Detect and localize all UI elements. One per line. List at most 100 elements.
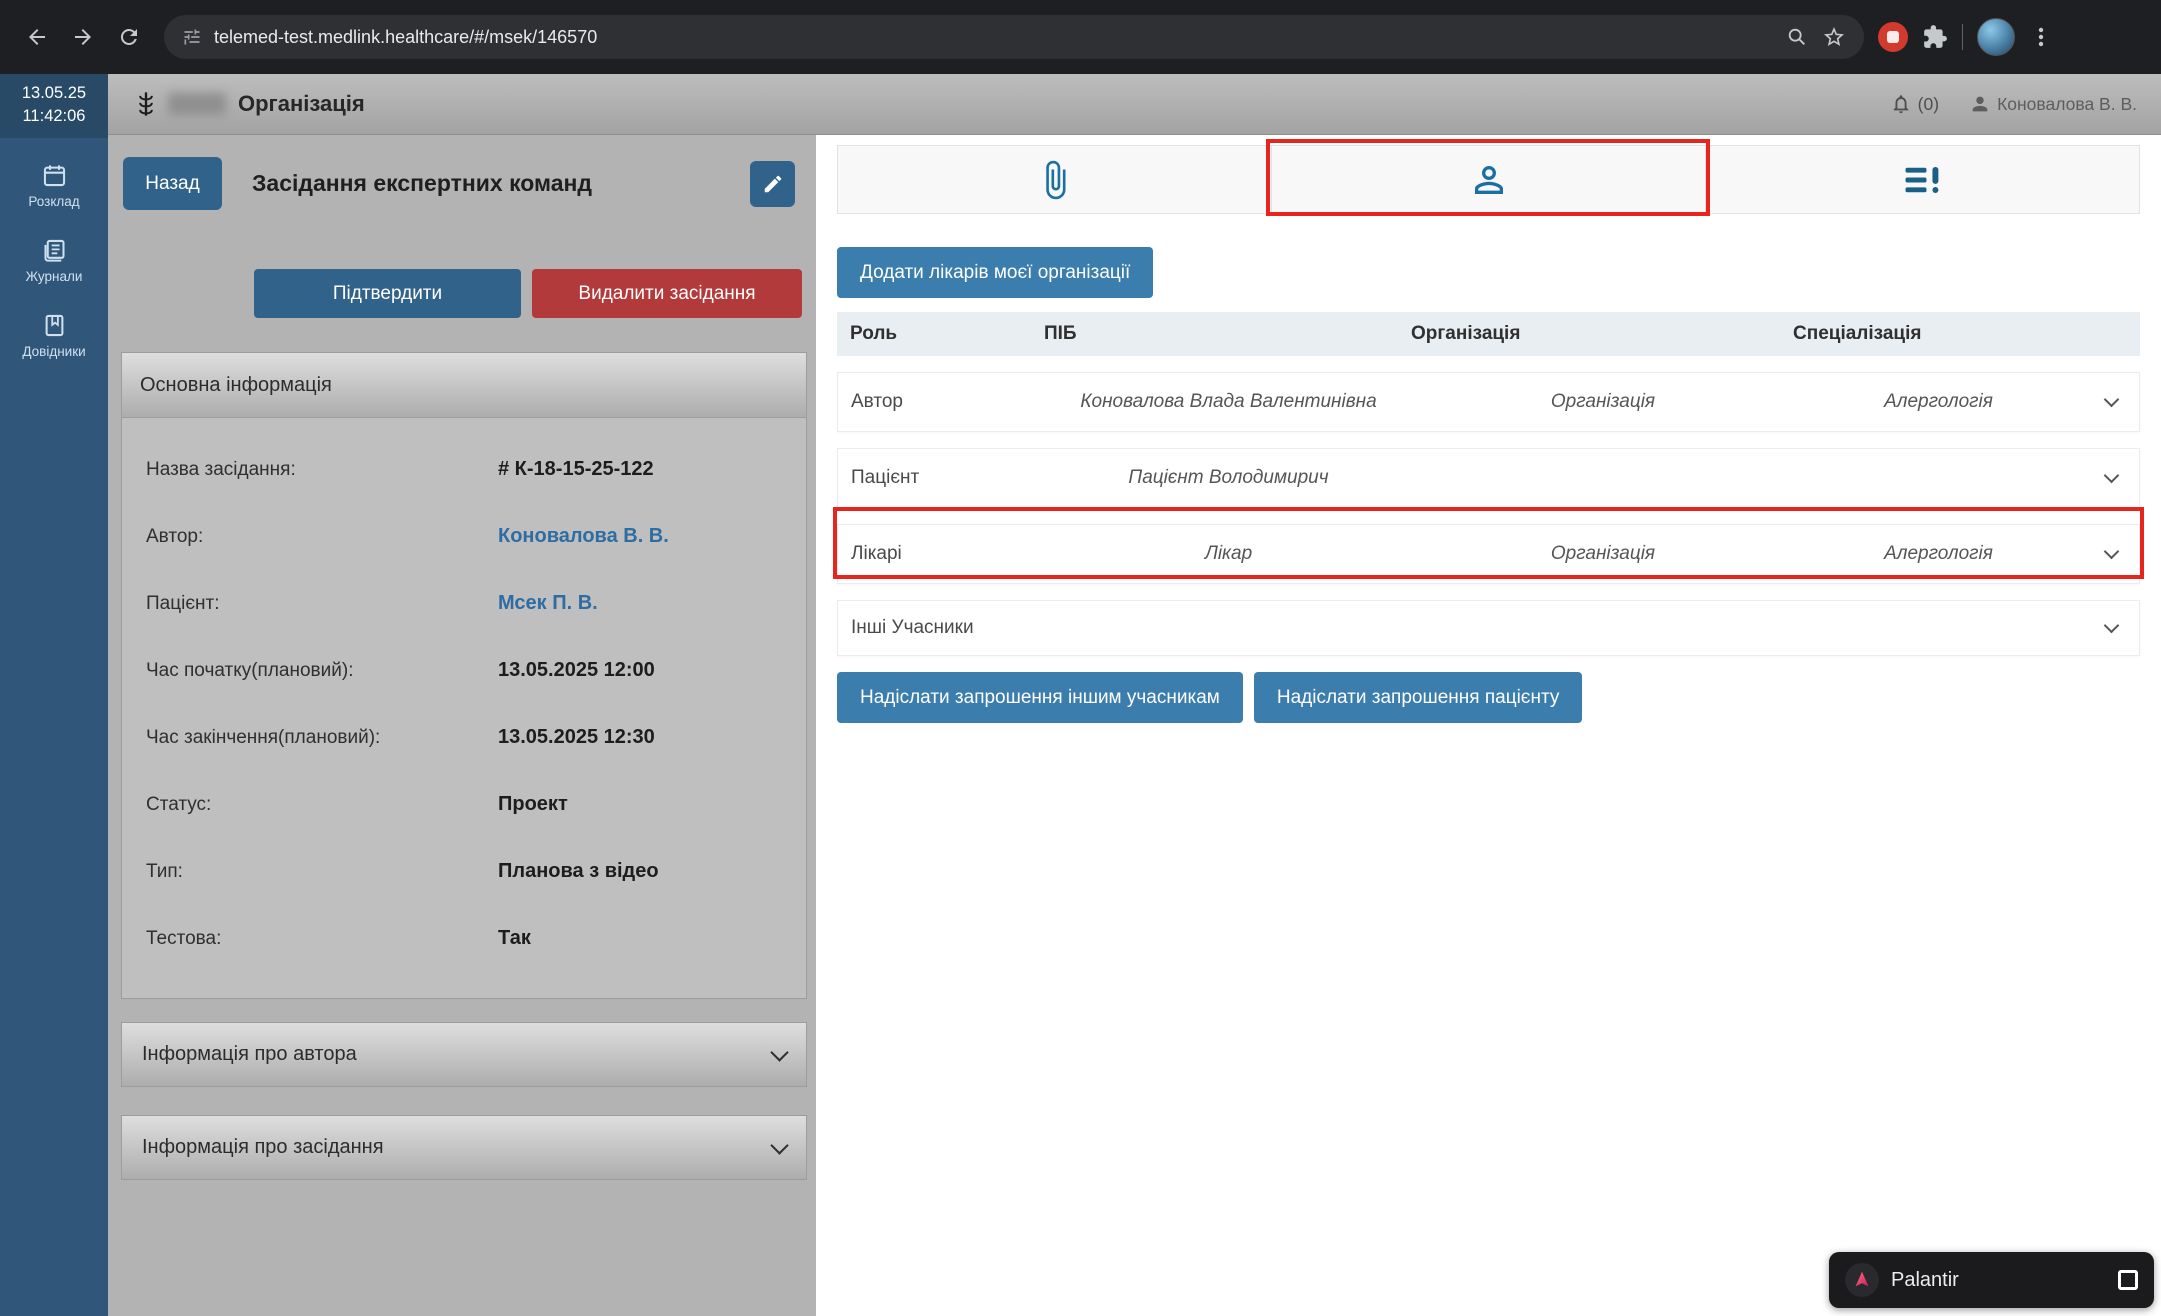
sidebar-item-schedule[interactable]: Розклад: [0, 162, 108, 209]
tab-participants[interactable]: [1271, 146, 1705, 213]
table-row-patient[interactable]: Пацієнт Пацієнт Володимирич: [837, 448, 2140, 508]
cell-role: Автор: [838, 391, 1045, 413]
field-label: Час закінчення(плановий):: [146, 727, 498, 749]
palantir-label: Palantir: [1891, 1269, 2106, 1292]
sidebar-item-journals[interactable]: Журнали: [0, 237, 108, 284]
adblock-extension-icon[interactable]: [1878, 22, 1908, 52]
notifications-button[interactable]: (0): [1890, 93, 1939, 115]
tab-attachments[interactable]: [838, 146, 1271, 213]
chevron-down-icon[interactable]: [2103, 392, 2119, 408]
feedback-exclamation-icon: [1902, 159, 1944, 201]
table-row-author[interactable]: Автор Коновалова Влада Валентинівна Орга…: [837, 372, 2140, 432]
cell-name: Пацієнт Володимирич: [1045, 467, 1412, 489]
extensions-puzzle-icon[interactable]: [1922, 24, 1948, 50]
field-label: Час початку(плановий):: [146, 660, 498, 682]
table-header-row: Роль ПІБ Організація Спеціалізація: [837, 312, 2140, 356]
redacted-org-name: [168, 93, 226, 115]
zoom-icon[interactable]: [1786, 26, 1808, 48]
header-org: Організація: [1411, 323, 1793, 345]
url-text: telemed-test.medlink.healthcare/#/msek/1…: [214, 27, 1786, 48]
field-label: Тестова:: [146, 928, 498, 950]
cell-org: Організація: [1412, 391, 1794, 413]
accordion-label: Інформація про автора: [142, 1043, 357, 1066]
app-header: Організація (0) Коновалова В. В.: [108, 74, 2161, 135]
sidebar-item-label: Довідники: [22, 344, 85, 359]
patient-link[interactable]: Мсек П. В.: [498, 592, 598, 615]
invite-others-button[interactable]: Надіслати запрошення іншим учасникам: [837, 672, 1243, 723]
author-link[interactable]: Коновалова В. В.: [498, 525, 669, 548]
header-spec: Спеціалізація: [1793, 323, 2084, 345]
chevron-down-icon[interactable]: [2103, 468, 2119, 484]
edit-button[interactable]: [750, 161, 795, 207]
field-value: 13.05.2025 12:00: [498, 659, 655, 682]
delete-meeting-button[interactable]: Видалити засідання: [532, 269, 802, 318]
back-button[interactable]: Назад: [123, 157, 222, 210]
table-row-doctors[interactable]: Лікарі Лікар Організація Алергологія: [837, 524, 2140, 584]
reload-icon[interactable]: [106, 14, 152, 60]
field-meeting-name: Назва засідання: # К-18-15-25-122: [122, 436, 806, 503]
invite-patient-button[interactable]: Надіслати запрошення пацієнту: [1254, 672, 1583, 723]
table-row-other-participants[interactable]: Інші Учасники: [837, 600, 2140, 656]
cell-spec: Алергологія: [1794, 543, 2083, 565]
browser-menu-kebab-icon[interactable]: [2029, 25, 2053, 49]
cell-role: Інші Учасники: [838, 617, 974, 639]
main-info-card: Основна інформація Назва засідання: # К-…: [121, 352, 807, 999]
toolbar-divider: [1962, 24, 1963, 50]
accordion-meeting-info[interactable]: Інформація про засідання: [121, 1115, 807, 1180]
palantir-logo-icon: [1845, 1263, 1879, 1297]
field-label: Тип:: [146, 861, 498, 883]
clock-time: 11:42:06: [0, 105, 108, 128]
bell-icon: [1890, 93, 1912, 115]
cell-name: Коновалова Влада Валентинівна: [1045, 391, 1412, 413]
cell-org: Організація: [1412, 543, 1794, 565]
header-name: ПІБ: [1044, 323, 1411, 345]
palantir-widget[interactable]: Palantir: [1829, 1252, 2154, 1308]
browser-toolbar: telemed-test.medlink.healthcare/#/msek/1…: [0, 0, 2161, 74]
forward-icon[interactable]: [60, 14, 106, 60]
field-value: 13.05.2025 12:30: [498, 726, 655, 749]
main-info-header[interactable]: Основна інформація: [122, 353, 806, 418]
confirm-button[interactable]: Підтвердити: [254, 269, 521, 318]
journals-icon: [41, 237, 68, 264]
cell-spec: Алергологія: [1794, 391, 2083, 413]
calendar-icon: [41, 162, 68, 189]
user-icon: [1969, 93, 1991, 115]
screen: telemed-test.medlink.healthcare/#/msek/1…: [0, 0, 2161, 1316]
cell-role: Пацієнт: [838, 467, 1045, 489]
field-label: Автор:: [146, 526, 498, 548]
add-doctors-button[interactable]: Додати лікарів моєї організації: [837, 247, 1153, 298]
field-label: Пацієнт:: [146, 593, 498, 615]
pencil-icon: [762, 173, 784, 195]
tab-bar: [837, 145, 2140, 214]
site-settings-icon[interactable]: [182, 27, 202, 47]
participants-area: Додати лікарів моєї організації Роль ПІБ…: [816, 135, 2161, 1316]
bookmark-star-icon[interactable]: [1822, 25, 1846, 49]
back-icon[interactable]: [14, 14, 60, 60]
browser-actions: [1878, 18, 2053, 56]
field-status: Статус: Проект: [122, 771, 806, 838]
field-type: Тип: Планова з відео: [122, 838, 806, 905]
sidebar-item-label: Розклад: [28, 194, 79, 209]
tab-feedback[interactable]: [1705, 146, 2139, 213]
page-title: Організація: [238, 91, 365, 117]
person-icon: [1468, 159, 1510, 201]
chevron-down-icon: [770, 1043, 788, 1061]
sidebar-item-directories[interactable]: Довідники: [0, 312, 108, 359]
book-icon: [41, 312, 68, 339]
field-value: Проект: [498, 793, 568, 816]
address-bar[interactable]: telemed-test.medlink.healthcare/#/msek/1…: [164, 15, 1864, 59]
meeting-title: Засідання експертних команд: [252, 170, 592, 197]
chevron-down-icon[interactable]: [2103, 618, 2119, 634]
chevron-down-icon[interactable]: [2103, 544, 2119, 560]
maximize-icon[interactable]: [2118, 1270, 2138, 1290]
accordion-author-info[interactable]: Інформація про автора: [121, 1022, 807, 1087]
meeting-panel: Назад Засідання експертних команд Підтве…: [108, 135, 816, 1316]
user-menu[interactable]: Коновалова В. В.: [1969, 93, 2137, 115]
sidebar: 13.05.25 11:42:06 Розклад Журнали Довідн…: [0, 74, 108, 1316]
notifications-count: (0): [1918, 94, 1939, 115]
browser-profile-avatar[interactable]: [1977, 18, 2015, 56]
chevron-down-icon: [770, 1136, 788, 1154]
field-patient: Пацієнт: Мсек П. В.: [122, 570, 806, 637]
field-value: Так: [498, 927, 531, 950]
field-author: Автор: Коновалова В. В.: [122, 503, 806, 570]
